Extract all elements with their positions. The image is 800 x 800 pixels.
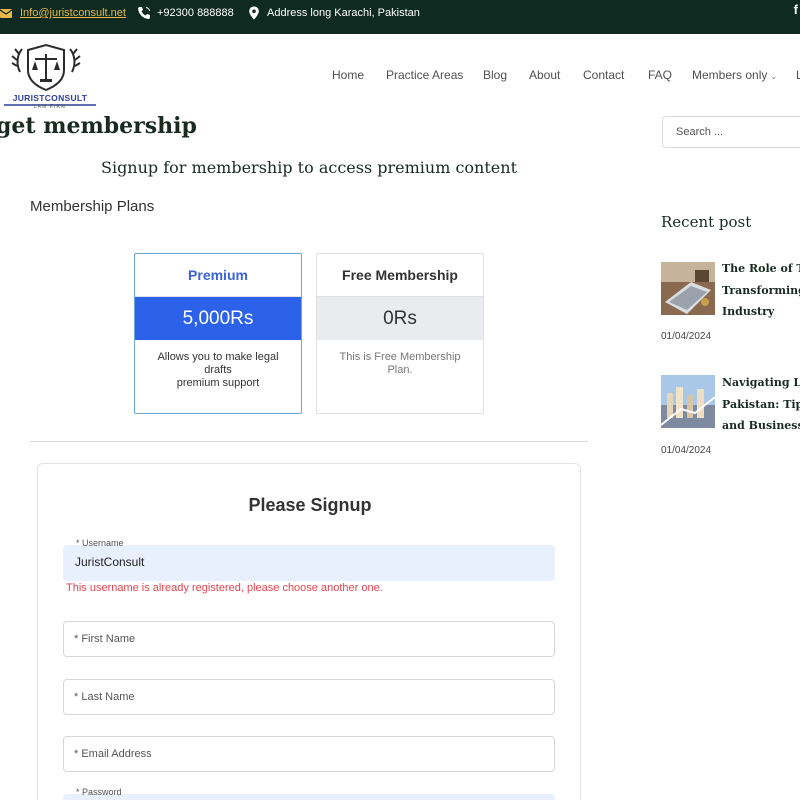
nav-contact[interactable]: Contact <box>583 68 624 82</box>
recent-posts-heading: Recent post <box>661 213 752 231</box>
password-field[interactable]: * Password <box>63 787 555 800</box>
topbar-email[interactable]: Info@juristconsult.net <box>0 0 126 26</box>
username-field[interactable]: * Username JuristConsult <box>63 538 555 581</box>
signup-form: Please Signup * Username JuristConsult T… <box>37 463 581 800</box>
membership-plans-heading: Membership Plans <box>30 198 155 215</box>
last-name-field[interactable]: * Last Name <box>63 679 555 715</box>
topbar-phone[interactable]: +92300 888888 <box>137 0 234 26</box>
nav-about[interactable]: About <box>529 68 560 82</box>
email-placeholder: * Email Address <box>74 748 152 760</box>
plan-name: Free Membership <box>317 254 483 297</box>
envelope-icon <box>0 6 14 20</box>
plan-card-free[interactable]: Free Membership 0Rs This is Free Members… <box>316 253 484 414</box>
form-title: Please Signup <box>248 495 372 515</box>
nav-overflow-item[interactable]: L <box>796 68 800 82</box>
post-title-line: Navigating Leg <box>722 376 800 389</box>
topbar-email-link[interactable]: Info@juristconsult.net <box>20 7 126 19</box>
logo-text: JURISTCONSULT <box>12 93 88 103</box>
first-name-placeholder: * First Name <box>74 633 136 645</box>
email-field[interactable]: * Email Address <box>63 736 555 772</box>
username-error: This username is already registered, ple… <box>66 582 383 594</box>
chevron-down-icon: ⌄ <box>770 72 778 81</box>
page-title: get membership <box>0 113 197 139</box>
username-label: * Username <box>76 538 124 548</box>
nav-practice-areas[interactable]: Practice Areas <box>386 68 463 82</box>
plan-price: 5,000Rs <box>135 297 301 340</box>
search-input[interactable]: Search ... <box>662 116 800 148</box>
phone-icon <box>137 6 151 20</box>
plan-price: 0Rs <box>317 297 483 340</box>
plan-card-premium[interactable]: Premium 5,000Rs Allows you to make legal… <box>134 253 302 414</box>
plan-description: This is Free Membership Plan. <box>339 351 461 376</box>
first-name-field[interactable]: * First Name <box>63 621 555 657</box>
post-title-line: The Role of Tec <box>722 262 800 275</box>
plan-description: Allows you to make legal drafts premium … <box>157 351 279 389</box>
page-subtitle: Signup for membership to access premium … <box>100 158 517 177</box>
post-thumbnail[interactable] <box>661 375 715 428</box>
nav-members-only[interactable]: Members only ⌄ <box>692 68 777 82</box>
post-title-line: Industry <box>722 305 775 318</box>
password-label: * Password <box>76 787 122 797</box>
post-date: 01/04/2024 <box>661 331 712 342</box>
plan-name: Premium <box>135 254 301 297</box>
section-divider <box>30 441 588 442</box>
nav-faq[interactable]: FAQ <box>648 68 672 82</box>
topbar-phone-text: +92300 888888 <box>157 7 234 19</box>
recent-post-title[interactable]: Navigating Leg Pakistan: Tips f and Busi… <box>722 372 800 437</box>
topbar-address-text: Address long Karachi, Pakistan <box>267 7 420 19</box>
post-date: 01/04/2024 <box>661 445 712 456</box>
last-name-placeholder: * Last Name <box>74 691 135 703</box>
username-value: JuristConsult <box>75 555 145 569</box>
post-thumbnail[interactable] <box>661 262 715 315</box>
location-pin-icon <box>247 6 261 20</box>
main-nav: Home Practice Areas Blog About Contact F… <box>0 68 800 88</box>
nav-blog[interactable]: Blog <box>483 68 507 82</box>
post-title-line: Pakistan: Tips f <box>722 397 800 411</box>
top-bar: Info@juristconsult.net +92300 888888 Add… <box>0 0 800 34</box>
nav-members-only-label: Members only <box>692 68 768 82</box>
post-title-line: and Businesses <box>722 419 800 432</box>
nav-home[interactable]: Home <box>332 68 364 82</box>
recent-post-title[interactable]: The Role of Tec Transforming L Industry <box>722 258 800 323</box>
post-title-line: Transforming L <box>722 283 800 297</box>
logo-subtext: LAW FIRM <box>33 104 67 110</box>
facebook-icon[interactable]: f <box>794 2 798 17</box>
search-placeholder: Search ... <box>676 126 724 138</box>
topbar-address: Address long Karachi, Pakistan <box>247 0 420 26</box>
